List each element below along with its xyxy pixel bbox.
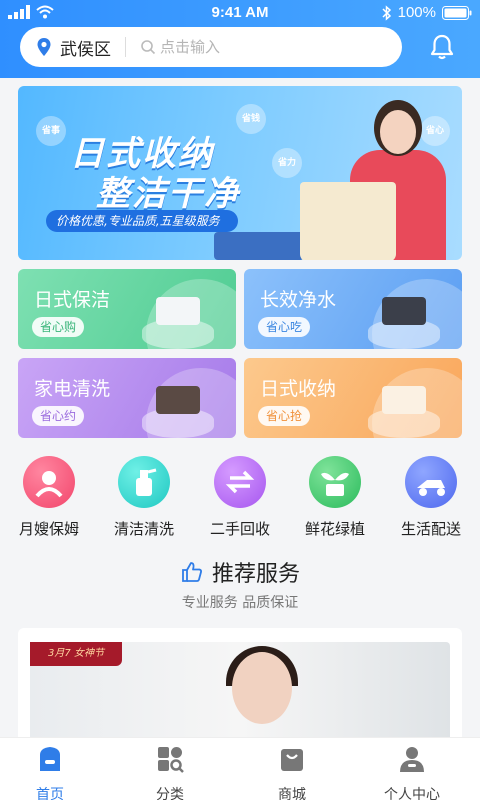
category-delivery[interactable]: 生活配送: [388, 456, 474, 539]
card-title: 家电清洗: [34, 378, 111, 400]
cleaning-icon: [118, 456, 170, 508]
category-recycle[interactable]: 二手回收: [197, 456, 283, 539]
delivery-icon: [405, 456, 457, 508]
category-label: 清洁清洗: [113, 520, 174, 538]
category-label: 月嫂保姆: [18, 520, 79, 538]
home-icon: [40, 747, 60, 771]
service-card-water[interactable]: 长效净水 省心吃: [244, 269, 462, 349]
divider: [125, 37, 126, 57]
tab-label: 商城: [278, 787, 306, 800]
storage-box-icon: [382, 386, 426, 414]
card-pill: 省心约: [32, 406, 85, 426]
service-card-storage[interactable]: 日式收纳 省心抢: [244, 358, 462, 438]
card-pill: 省心抢: [258, 406, 311, 426]
category-plant[interactable]: 鲜花绿植: [292, 456, 378, 539]
tab-label: 首页: [36, 787, 64, 800]
nanny-icon: [23, 456, 75, 508]
card-pill: 省心购: [32, 317, 85, 337]
category-label: 生活配送: [400, 520, 461, 538]
thumbs-up-icon: [182, 562, 202, 582]
search-bar: 武侯区: [20, 27, 402, 67]
recommend-card[interactable]: 3月7 女神节: [18, 628, 462, 748]
model-face: [380, 110, 416, 154]
banner-tag: 省力: [272, 148, 302, 178]
card-title: 日式保洁: [34, 289, 111, 311]
card-title: 长效净水: [260, 289, 337, 311]
promo-badge: 3月7 女神节: [30, 642, 122, 666]
location-selector[interactable]: 武侯区: [60, 35, 111, 60]
recommend-title: 推荐服务: [211, 562, 300, 587]
search-input[interactable]: [160, 38, 360, 56]
location-pin-icon[interactable]: [36, 37, 52, 57]
tab-profile[interactable]: 个人中心: [362, 744, 462, 800]
card-pill: 省心吃: [258, 317, 311, 337]
clothes-image: [214, 232, 304, 260]
promo-banner[interactable]: 省事 省钱 省力 省心 日式收纳 整洁干净 价格优惠,专业品质,五星级服务: [18, 86, 462, 260]
appliance-product-icon: [156, 386, 200, 414]
banner-subtitle: 价格优惠,专业品质,五星级服务: [46, 210, 238, 232]
tab-label: 个人中心: [384, 787, 440, 800]
status-bar: 9:41 AM 100%: [0, 0, 480, 26]
tab-mall[interactable]: 商城: [242, 744, 342, 800]
tab-label: 分类: [156, 787, 184, 800]
search-icon: [141, 40, 156, 55]
category-nanny[interactable]: 月嫂保姆: [6, 456, 92, 539]
cleaning-product-icon: [156, 297, 200, 325]
banner-title-2: 整洁干净: [96, 174, 240, 214]
app-header: 9:41 AM 100% 武侯区: [0, 0, 480, 78]
banner-tag: 省钱: [236, 104, 266, 134]
category-grid-icon: [158, 747, 184, 773]
basket-image: [300, 182, 396, 260]
category-label: 鲜花绿植: [304, 520, 365, 538]
banner-tag: 省心: [420, 116, 450, 146]
service-card-appliance[interactable]: 家电清洗 省心约: [18, 358, 236, 438]
shopping-bag-icon: [281, 749, 303, 771]
user-icon: [400, 747, 424, 772]
service-card-cleaning[interactable]: 日式保洁 省心购: [18, 269, 236, 349]
category-label: 二手回收: [209, 520, 270, 538]
notification-bell-icon[interactable]: [428, 33, 456, 61]
tab-home[interactable]: 首页: [0, 744, 100, 800]
tab-category[interactable]: 分类: [120, 744, 220, 800]
category-cleaning[interactable]: 清洁清洗: [101, 456, 187, 539]
model-face: [232, 652, 292, 724]
banner-tag: 省事: [36, 116, 66, 146]
battery-percent: 100%: [397, 4, 436, 21]
plant-icon: [309, 456, 361, 508]
card-title: 日式收纳: [260, 378, 337, 400]
battery-icon: [442, 5, 472, 20]
cooker-product-icon: [382, 297, 426, 325]
recommend-subtitle: 专业服务 品质保证: [181, 595, 299, 611]
recommend-heading: 推荐服务: [0, 556, 480, 588]
recycle-icon: [214, 456, 266, 508]
bluetooth-icon: [382, 4, 391, 21]
bottom-tab-bar: 首页 分类 商城 个人中心: [0, 737, 480, 800]
